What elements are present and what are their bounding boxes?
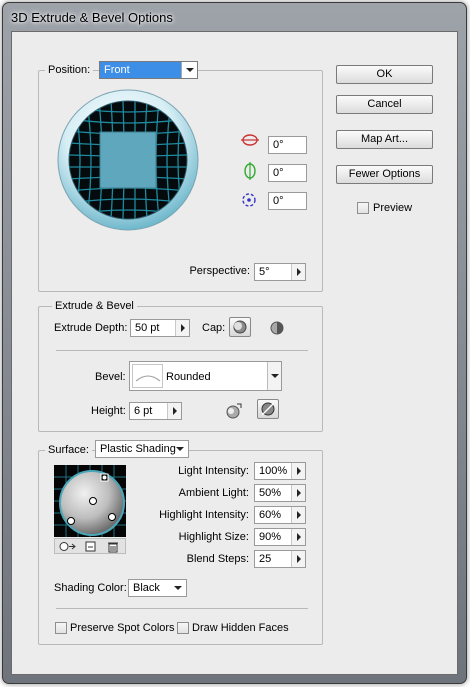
light-intensity-stepper[interactable]: 100% [254, 462, 306, 480]
extrude-depth-stepper[interactable]: 50 pt [130, 319, 190, 337]
move-light-back-icon[interactable] [59, 541, 77, 552]
height-stepper[interactable]: 6 pt [129, 402, 182, 420]
light-intensity-label: Light Intensity: [178, 465, 249, 477]
light-intensity-value: 100% [259, 465, 288, 477]
preview-label: Preview [373, 202, 413, 214]
shading-color-value: Black [133, 582, 160, 594]
bevel-in-icon [261, 402, 275, 416]
preserve-spot-colors-label: Preserve Spot Colors [70, 622, 175, 634]
extrude-bevel-title: Extrude & Bevel [52, 300, 137, 312]
ok-button[interactable]: OK [336, 65, 433, 84]
rotate-z-field[interactable]: 0° [268, 192, 307, 210]
surface-value: Plastic Shading [100, 443, 176, 455]
bevel-preview-icon [132, 364, 163, 388]
track-cube[interactable] [57, 89, 199, 231]
position-value: Front [104, 64, 130, 76]
position-label: Position: [45, 64, 94, 76]
new-light-icon[interactable] [85, 541, 97, 552]
chevron-right-icon[interactable] [291, 485, 305, 501]
extrude-depth-value: 50 pt [135, 322, 160, 334]
highlight-intensity-stepper[interactable]: 60% [254, 506, 306, 524]
cap-off-icon[interactable] [268, 319, 286, 337]
position-dropdown[interactable]: Front [99, 61, 198, 79]
map-art-button[interactable]: Map Art... [336, 130, 433, 149]
extrude-depth-label: Extrude Depth: [54, 322, 128, 334]
title-bar[interactable]: 3D Extrude & Bevel Options [3, 3, 466, 31]
highlight-size-value: 90% [259, 531, 282, 543]
highlight-size-stepper[interactable]: 90% [254, 528, 306, 546]
chevron-down-icon [172, 441, 188, 457]
chevron-right-icon[interactable] [291, 529, 305, 545]
blend-steps-value: 25 [259, 553, 272, 565]
surface-divider [56, 608, 308, 609]
height-value: 6 pt [134, 405, 153, 417]
highlight-intensity-label: Highlight Intensity: [159, 509, 249, 521]
dialog-body: OK Cancel Map Art... Fewer Options Previ… [11, 31, 458, 675]
highlight-intensity-value: 60% [259, 509, 282, 521]
perspective-value: 5° [259, 266, 270, 278]
chevron-down-icon[interactable] [267, 362, 281, 390]
perspective-stepper[interactable]: 5° [254, 263, 306, 281]
shading-color-label: Shading Color: [54, 582, 127, 594]
rotate-x-icon [241, 134, 259, 146]
chevron-right-icon[interactable] [291, 551, 305, 567]
cap-on-icon [233, 320, 247, 334]
draw-hidden-faces-label: Draw Hidden Faces [192, 622, 289, 634]
cube-front-face [99, 131, 157, 189]
bevel-out-icon[interactable] [224, 401, 244, 421]
bevel-value: Rounded [166, 371, 211, 383]
height-label: Height: [91, 405, 126, 417]
extrude-divider [56, 350, 308, 351]
blend-steps-label: Blend Steps: [186, 553, 249, 565]
cancel-button[interactable]: Cancel [336, 95, 433, 114]
rotate-y-field[interactable]: 0° [268, 164, 307, 182]
ambient-light-stepper[interactable]: 50% [254, 484, 306, 502]
light-tools-bar [54, 538, 126, 554]
chevron-right-icon[interactable] [291, 264, 305, 280]
dialog-window: 3D Extrude & Bevel Options OK Cancel Map… [2, 2, 467, 684]
ambient-light-label: Ambient Light: [178, 487, 249, 499]
window-title: 3D Extrude & Bevel Options [11, 10, 173, 25]
cap-on-button[interactable] [229, 317, 251, 337]
surface-dropdown[interactable]: Plastic Shading [95, 440, 189, 458]
chevron-right-icon[interactable] [167, 403, 181, 419]
fewer-options-button[interactable]: Fewer Options [336, 165, 433, 184]
bevel-dropdown[interactable]: Rounded [129, 361, 282, 391]
rotate-x-field[interactable]: 0° [268, 136, 307, 154]
highlight-size-label: Highlight Size: [178, 531, 249, 543]
cap-label: Cap: [202, 322, 226, 334]
rotate-z-icon [242, 193, 256, 207]
chevron-right-icon[interactable] [175, 320, 189, 336]
chevron-down-icon [181, 62, 197, 78]
shading-color-dropdown[interactable]: Black [128, 579, 187, 597]
chevron-right-icon[interactable] [291, 507, 305, 523]
delete-light-icon[interactable] [107, 541, 119, 553]
bevel-in-button[interactable] [257, 399, 279, 419]
preview-checkbox[interactable] [357, 202, 369, 214]
bevel-label: Bevel: [95, 371, 126, 383]
chevron-down-icon [170, 580, 186, 596]
blend-steps-stepper[interactable]: 25 [254, 550, 306, 568]
draw-hidden-faces-checkbox[interactable] [177, 622, 189, 634]
rotate-y-icon [244, 162, 256, 180]
preserve-spot-colors-checkbox[interactable] [55, 622, 67, 634]
ambient-light-value: 50% [259, 487, 282, 499]
lighting-sphere-preview[interactable] [54, 465, 126, 537]
perspective-label: Perspective: [189, 265, 250, 277]
chevron-right-icon[interactable] [291, 463, 305, 479]
surface-label: Surface: [45, 444, 92, 456]
